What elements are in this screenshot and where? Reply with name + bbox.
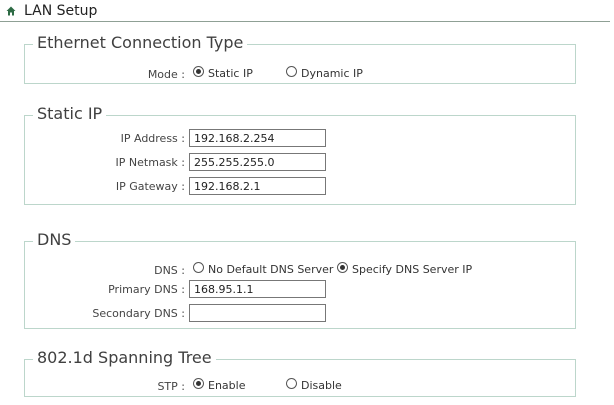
specify-dns-radio[interactable] — [337, 262, 348, 273]
fieldset-legend: DNS — [33, 230, 76, 249]
dynamic-ip-label[interactable]: Dynamic IP — [301, 67, 363, 80]
secondary-dns-input[interactable] — [189, 304, 326, 322]
stp-enable-label[interactable]: Enable — [208, 379, 245, 392]
primary-dns-input[interactable] — [189, 280, 326, 298]
ip-address-input[interactable] — [189, 129, 326, 147]
dns-label: DNS : — [154, 264, 185, 277]
fieldset-legend: Static IP — [33, 104, 107, 123]
header-divider — [0, 21, 610, 22]
mode-label: Mode : — [147, 68, 185, 81]
specify-dns-label[interactable]: Specify DNS Server IP — [352, 263, 472, 276]
page-title: LAN Setup — [24, 3, 98, 19]
ethernet-connection-fieldset: Ethernet Connection Type Mode : Static I… — [24, 33, 576, 84]
secondary-dns-label: Secondary DNS : — [92, 307, 185, 320]
stp-enable-radio[interactable] — [193, 378, 204, 389]
static-ip-radio[interactable] — [193, 66, 204, 77]
ip-address-label: IP Address : — [120, 132, 185, 145]
home-icon — [6, 6, 16, 16]
ip-gateway-input[interactable] — [189, 177, 326, 195]
no-default-dns-label[interactable]: No Default DNS Server — [208, 263, 333, 276]
dns-fieldset: DNS DNS : No Default DNS Server Specify … — [24, 230, 576, 329]
static-ip-label[interactable]: Static IP — [208, 67, 253, 80]
dynamic-ip-radio[interactable] — [286, 66, 297, 77]
stp-disable-label[interactable]: Disable — [301, 379, 342, 392]
stp-disable-radio[interactable] — [286, 378, 297, 389]
spanning-tree-fieldset: 802.1d Spanning Tree STP : Enable Disabl… — [24, 348, 576, 397]
primary-dns-label: Primary DNS : — [108, 283, 185, 296]
no-default-dns-radio[interactable] — [193, 262, 204, 273]
ip-netmask-input[interactable] — [189, 153, 326, 171]
fieldset-legend: Ethernet Connection Type — [33, 33, 248, 52]
fieldset-legend: 802.1d Spanning Tree — [33, 348, 216, 367]
static-ip-fieldset: Static IP IP Address : IP Netmask : IP G… — [24, 104, 576, 205]
stp-label: STP : — [157, 380, 185, 393]
ip-netmask-label: IP Netmask : — [115, 156, 185, 169]
ip-gateway-label: IP Gateway : — [115, 180, 185, 193]
page-header: LAN Setup — [0, 0, 614, 22]
